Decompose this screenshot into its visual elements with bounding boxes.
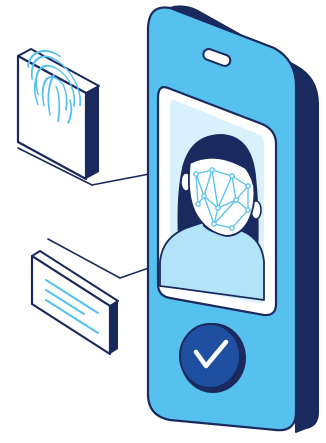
fingerprint-card-side [86,86,99,179]
fingerprint-card [16,48,100,181]
info-card [30,250,119,356]
verify-check-button[interactable] [179,323,246,393]
phone [146,5,319,433]
shirt [159,221,265,301]
info-card-side [110,301,118,354]
check-button-circle [179,323,241,389]
face-id-illustration [16,5,319,433]
